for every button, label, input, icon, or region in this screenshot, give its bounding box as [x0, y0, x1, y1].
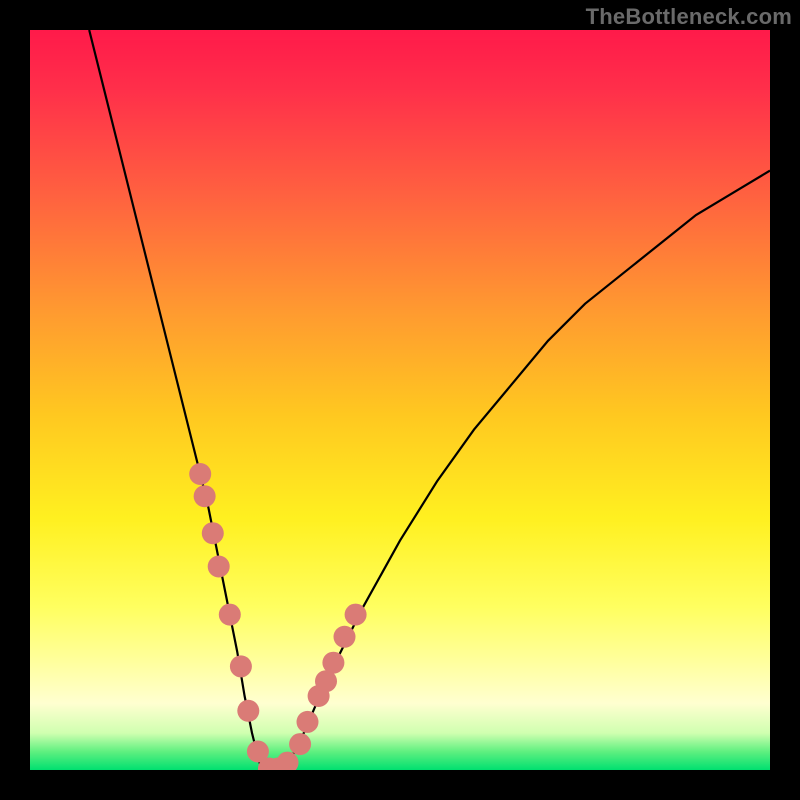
highlight-dot [208, 556, 230, 578]
highlight-dot [297, 711, 319, 733]
highlight-dot [230, 655, 252, 677]
plot-area [30, 30, 770, 770]
highlight-dot [345, 604, 367, 626]
highlight-dot [322, 652, 344, 674]
watermark-text: TheBottleneck.com [586, 4, 792, 30]
curve-layer [30, 30, 770, 770]
highlight-dot [219, 604, 241, 626]
highlight-dot [194, 485, 216, 507]
bottleneck-curve [89, 30, 770, 770]
highlight-dot [289, 733, 311, 755]
chart-frame: TheBottleneck.com [0, 0, 800, 800]
highlight-dot [334, 626, 356, 648]
highlight-dot [277, 752, 299, 770]
highlight-dot [237, 700, 259, 722]
highlight-dot [189, 463, 211, 485]
highlight-dot [202, 522, 224, 544]
